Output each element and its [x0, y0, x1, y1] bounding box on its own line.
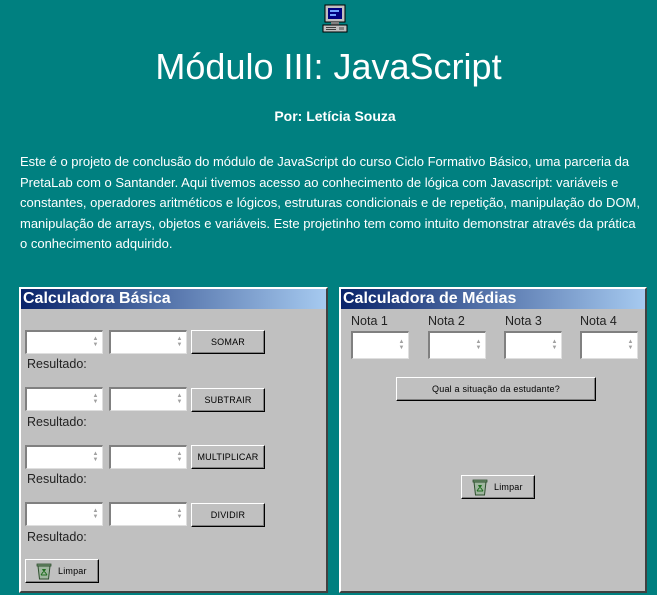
spinner-arrows-icon[interactable]: ▲ ▼ [551, 339, 558, 351]
spinner-arrows-icon[interactable]: ▲ ▼ [176, 393, 183, 405]
divide-button[interactable]: DIVIDIR [191, 503, 265, 527]
author-credit: Por: Letícia Souza [274, 108, 396, 124]
spinner-arrows-icon[interactable]: ▲ ▼ [475, 339, 482, 351]
divide-operand-1-input[interactable]: ▲ ▼ [25, 502, 103, 526]
basic-calculator-window: Calculadora Básica ▲ ▼ ▲ ▼ SOMAR Resultado… [19, 287, 328, 593]
spinner-arrows-icon[interactable]: ▲ ▼ [92, 451, 99, 463]
multiply-result-label: Resultado: [27, 472, 87, 486]
nota-3-label: Nota 3 [505, 314, 542, 328]
spinner-arrows-icon[interactable]: ▲ ▼ [92, 508, 99, 520]
average-clear-label: Limpar [494, 482, 523, 492]
divide-result-label: Resultado: [27, 530, 87, 544]
sum-operand-2-input[interactable]: ▲ ▼ [109, 330, 187, 354]
nota-4-input[interactable]: ▲ ▼ [580, 331, 638, 359]
multiply-button[interactable]: MULTIPLICAR [191, 445, 265, 469]
nota-4-label: Nota 4 [580, 314, 617, 328]
nota-2-label: Nota 2 [428, 314, 465, 328]
spinner-arrows-icon[interactable]: ▲ ▼ [398, 339, 405, 351]
subtract-button[interactable]: SUBTRAIR [191, 388, 265, 412]
multiply-operand-2-input[interactable]: ▲ ▼ [109, 445, 187, 469]
average-calculator-window: Calculadora de Médias Nota 1 Nota 2 Nota… [339, 287, 647, 593]
subtract-operand-1-input[interactable]: ▲ ▼ [25, 387, 103, 411]
average-calculator-title: Calculadora de Médias [341, 289, 645, 309]
nota-3-input[interactable]: ▲ ▼ [504, 331, 562, 359]
multiply-operand-1-input[interactable]: ▲ ▼ [25, 445, 103, 469]
subtract-operand-2-input[interactable]: ▲ ▼ [109, 387, 187, 411]
spinner-arrows-icon[interactable]: ▲ ▼ [92, 393, 99, 405]
nota-1-label: Nota 1 [351, 314, 388, 328]
basic-clear-label: Limpar [58, 566, 87, 576]
basic-calculator-title: Calculadora Básica [21, 289, 326, 309]
basic-clear-button[interactable]: Limpar [25, 559, 99, 583]
intro-paragraph: Este é o projeto de conclusão do módulo … [20, 154, 640, 251]
nota-2-input[interactable]: ▲ ▼ [428, 331, 486, 359]
recycle-bin-icon [472, 479, 488, 496]
recycle-bin-icon [36, 563, 52, 580]
nota-1-input[interactable]: ▲ ▼ [351, 331, 409, 359]
spinner-arrows-icon[interactable]: ▲ ▼ [176, 508, 183, 520]
sum-button[interactable]: SOMAR [191, 330, 265, 354]
check-status-button[interactable]: Qual a situação da estudante? [396, 377, 596, 401]
average-clear-button[interactable]: Limpar [461, 475, 535, 499]
spinner-arrows-icon[interactable]: ▲ ▼ [176, 451, 183, 463]
spinner-arrows-icon[interactable]: ▲ ▼ [627, 339, 634, 351]
sum-operand-1-input[interactable]: ▲ ▼ [25, 330, 103, 354]
subtract-result-label: Resultado: [27, 415, 87, 429]
sum-result-label: Resultado: [27, 357, 87, 371]
page-title: Módulo III: JavaScript [155, 46, 502, 87]
computer-icon [322, 4, 348, 33]
spinner-arrows-icon[interactable]: ▲ ▼ [92, 336, 99, 348]
divide-operand-2-input[interactable]: ▲ ▼ [109, 502, 187, 526]
spinner-arrows-icon[interactable]: ▲ ▼ [176, 336, 183, 348]
